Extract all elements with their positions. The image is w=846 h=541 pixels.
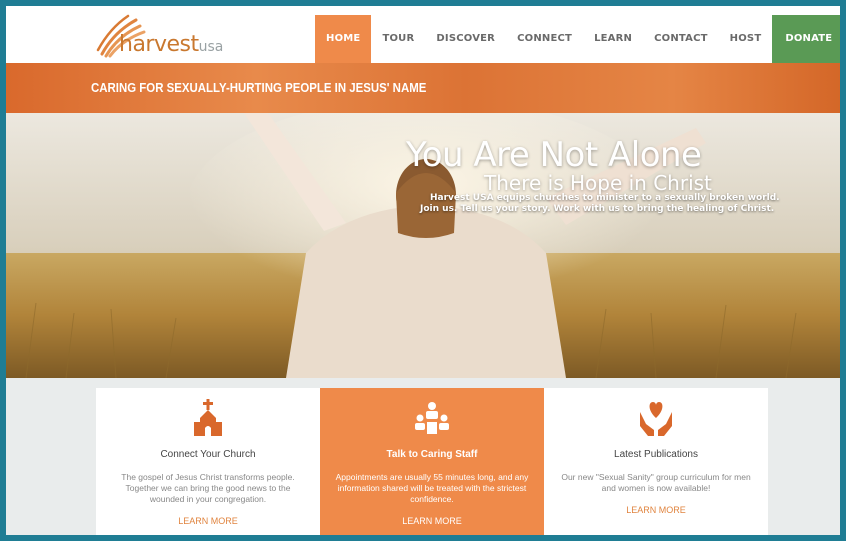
heart-hands-icon (640, 402, 672, 436)
people-group-icon (415, 402, 449, 434)
card-body: The gospel of Jesus Christ transforms pe… (121, 472, 295, 504)
hero-heading: You Are Not Alone (406, 135, 702, 175)
card-body: Our new "Sexual Sanity" group curriculum… (561, 472, 751, 493)
church-icon (194, 399, 222, 436)
nav-item-connect[interactable]: CONNECT (506, 15, 583, 63)
nav-item-donate[interactable]: DONATE (772, 15, 840, 63)
hero-banner: You Are Not Alone There is Hope in Chris… (6, 113, 840, 378)
nav-item-tour[interactable]: TOUR (371, 15, 425, 63)
learn-more-link[interactable]: LEARN MORE (96, 516, 320, 526)
top-navigation: harvestusa HOME TOUR DISCOVER CONNECT LE… (6, 6, 840, 63)
learn-more-link[interactable]: LEARN MORE (544, 505, 768, 515)
logo-wordmark: harvestusa (119, 32, 224, 57)
card-title: Latest Publications (614, 449, 698, 460)
hero-text-line-2: Join us. Tell us your story. Work with u… (420, 204, 775, 214)
tagline-text: CARING FOR SEXUALLY-HURTING PEOPLE IN JE… (91, 80, 427, 95)
nav-item-home[interactable]: HOME (315, 15, 372, 63)
card-title: Talk to Caring Staff (386, 449, 478, 460)
browser-viewport: harvestusa HOME TOUR DISCOVER CONNECT LE… (6, 6, 840, 535)
card-body: Appointments are usually 55 minutes long… (335, 472, 529, 504)
main-menu: HOME TOUR DISCOVER CONNECT LEARN CONTACT… (315, 15, 840, 63)
card-connect-church: Connect Your Church The gospel of Jesus … (96, 388, 320, 535)
nav-item-contact[interactable]: CONTACT (643, 15, 719, 63)
learn-more-link[interactable]: LEARN MORE (320, 516, 544, 526)
nav-item-host[interactable]: HOST (719, 15, 773, 63)
card-title: Connect Your Church (160, 449, 256, 460)
hero-text-line-1: Harvest USA equips churches to minister … (430, 193, 780, 203)
nav-item-discover[interactable]: DISCOVER (425, 15, 506, 63)
hero-subheading: There is Hope in Christ (484, 171, 712, 195)
harvest-usa-logo[interactable]: harvestusa (92, 14, 232, 58)
card-latest-publications: Latest Publications Our new "Sexual Sani… (544, 388, 768, 535)
card-talk-staff: Talk to Caring Staff Appointments are us… (320, 388, 544, 535)
tagline-banner: CARING FOR SEXUALLY-HURTING PEOPLE IN JE… (6, 63, 840, 113)
nav-item-learn[interactable]: LEARN (583, 15, 643, 63)
